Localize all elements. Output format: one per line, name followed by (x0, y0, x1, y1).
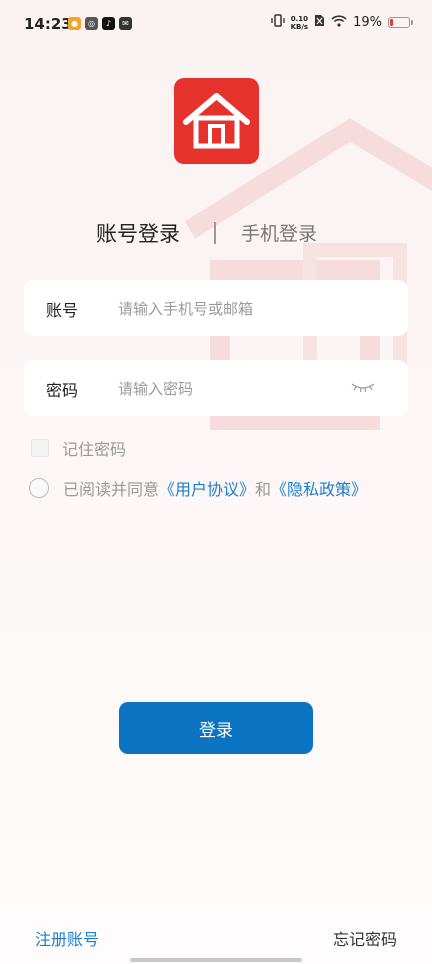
status-right: 0.10 KB/s 19% (270, 14, 413, 31)
login-button[interactable]: 登录 (119, 702, 313, 754)
agree-prefix: 已阅读并同意 (63, 480, 160, 499)
password-field: 密码 (24, 360, 408, 416)
qq-browser-icon: ◎ (85, 17, 98, 30)
home-indicator[interactable] (130, 958, 302, 962)
status-bar: 14:23 ● ◎ ♪ ✉ 0.10 KB/s 19% (0, 0, 432, 50)
eye-closed-icon[interactable] (350, 378, 376, 396)
agree-radio[interactable] (29, 478, 49, 498)
app-logo (174, 78, 259, 164)
password-input[interactable] (116, 373, 350, 405)
agree-text: 已阅读并同意《用户协议》和《隐私政策》 (63, 476, 367, 500)
account-field: 账号 (24, 280, 408, 336)
account-label: 账号 (46, 301, 79, 320)
network-speed: 0.10 KB/s (291, 15, 308, 31)
password-label: 密码 (46, 381, 79, 400)
account-input[interactable] (116, 293, 350, 325)
tab-account-login[interactable]: 账号登录 (96, 218, 180, 248)
user-agreement-link[interactable]: 《用户协议》 (159, 480, 255, 499)
privacy-policy-link[interactable]: 《隐私政策》 (271, 480, 367, 499)
forgot-password-link[interactable]: 忘记密码 (333, 926, 397, 950)
message-icon: ✉ (119, 17, 132, 30)
battery-percent: 19% (353, 15, 382, 30)
weibo-icon: ● (68, 17, 81, 30)
agreement-row: 已阅读并同意《用户协议》和《隐私政策》 (29, 476, 367, 500)
remember-checkbox[interactable] (31, 439, 49, 457)
register-link[interactable]: 注册账号 (35, 926, 99, 950)
notification-icons: ● ◎ ♪ ✉ (68, 17, 132, 30)
battery-level (390, 19, 393, 26)
no-sim-icon (314, 14, 325, 31)
agree-and: 和 (255, 480, 272, 499)
battery-icon (388, 17, 413, 28)
vibrate-icon (270, 14, 285, 31)
login-tabs: 账号登录 手机登录 (0, 218, 432, 252)
status-time: 14:23 (24, 15, 72, 33)
remember-label: 记住密码 (62, 440, 127, 459)
tab-divider (214, 222, 216, 244)
wifi-icon (331, 14, 347, 31)
tab-phone-login[interactable]: 手机登录 (241, 219, 317, 246)
network-speed-unit: KB/s (290, 22, 309, 31)
remember-password[interactable]: 记住密码 (31, 436, 126, 460)
tiktok-icon: ♪ (102, 17, 115, 30)
network-speed-value: 0.10 (290, 14, 308, 23)
house-icon (183, 93, 250, 149)
